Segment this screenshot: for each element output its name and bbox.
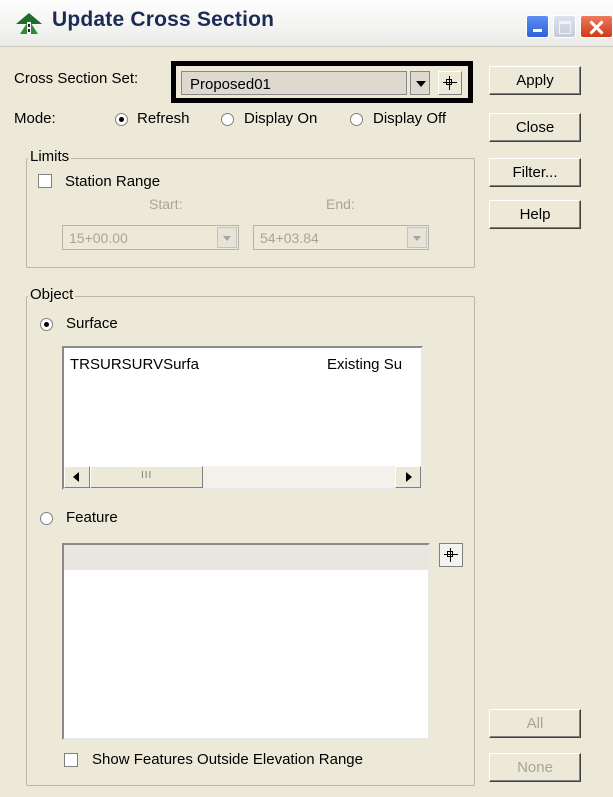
filter-button[interactable]: Filter... — [489, 158, 581, 187]
feature-label: Feature — [66, 509, 118, 526]
mode-refresh-radio[interactable] — [115, 113, 128, 126]
start-label: Start: — [149, 196, 183, 212]
station-range-checkbox[interactable] — [38, 174, 52, 188]
help-button[interactable]: Help — [489, 200, 581, 229]
start-station-combo[interactable]: 15+00.00 — [62, 225, 239, 250]
cross-section-set-label: Cross Section Set: — [14, 70, 139, 87]
target-icon[interactable] — [438, 71, 462, 95]
end-station-value: 54+03.84 — [260, 230, 319, 246]
feature-radio[interactable] — [40, 512, 53, 525]
minimize-button[interactable] — [526, 15, 549, 38]
chevron-down-icon[interactable] — [407, 227, 427, 248]
none-button[interactable]: None — [489, 753, 581, 782]
target-icon[interactable] — [439, 543, 463, 567]
limits-caption: Limits — [28, 148, 72, 165]
surface-label: Surface — [66, 315, 118, 332]
surface-description: Existing Su — [327, 356, 403, 373]
all-button[interactable]: All — [489, 709, 581, 738]
mode-display-off-label: Display Off — [373, 110, 447, 127]
end-label: End: — [326, 196, 355, 212]
close-window-button[interactable] — [580, 15, 613, 38]
horizontal-scrollbar[interactable]: III — [64, 466, 421, 488]
station-range-label: Station Range — [65, 173, 161, 190]
feature-list-header — [64, 545, 428, 570]
list-item[interactable]: TRSURSURVSurfa Existing Su — [70, 356, 415, 376]
apply-button[interactable]: Apply — [489, 66, 581, 95]
mode-display-on-label: Display On — [244, 110, 318, 127]
mode-display-on-radio[interactable] — [221, 113, 234, 126]
scroll-grip: III — [141, 470, 153, 481]
maximize-button[interactable] — [553, 15, 576, 38]
mode-display-off-radio[interactable] — [350, 113, 363, 126]
road-app-icon — [16, 13, 42, 34]
scroll-thumb[interactable]: III — [90, 466, 203, 488]
chevron-down-icon[interactable] — [217, 227, 237, 248]
close-button[interactable]: Close — [489, 113, 581, 142]
mode-refresh-label: Refresh — [137, 110, 190, 127]
cross-section-set-combo[interactable]: Proposed01 — [181, 71, 407, 95]
object-caption: Object — [28, 286, 76, 303]
show-outside-elevation-checkbox[interactable] — [64, 753, 78, 767]
scroll-right-icon[interactable] — [395, 466, 421, 488]
surface-radio[interactable] — [40, 318, 53, 331]
end-station-combo[interactable]: 54+03.84 — [253, 225, 429, 250]
cross-section-set-value: Proposed01 — [190, 76, 271, 93]
window-title: Update Cross Section — [52, 8, 275, 31]
mode-label: Mode: — [14, 110, 56, 127]
start-station-value: 15+00.00 — [69, 230, 128, 246]
title-bar[interactable]: Update Cross Section — [0, 0, 613, 47]
cross-section-set-highlight: Proposed01 — [171, 61, 473, 103]
scroll-left-icon[interactable] — [64, 466, 90, 488]
feature-list[interactable] — [62, 543, 430, 740]
update-cross-section-dialog: Update Cross Section Cross Section Set: … — [0, 0, 613, 797]
surface-name: TRSURSURVSurfa — [70, 356, 199, 373]
show-outside-elevation-label: Show Features Outside Elevation Range — [92, 751, 363, 768]
chevron-down-icon[interactable] — [410, 71, 430, 95]
surface-list[interactable]: TRSURSURVSurfa Existing Su III — [62, 346, 423, 490]
